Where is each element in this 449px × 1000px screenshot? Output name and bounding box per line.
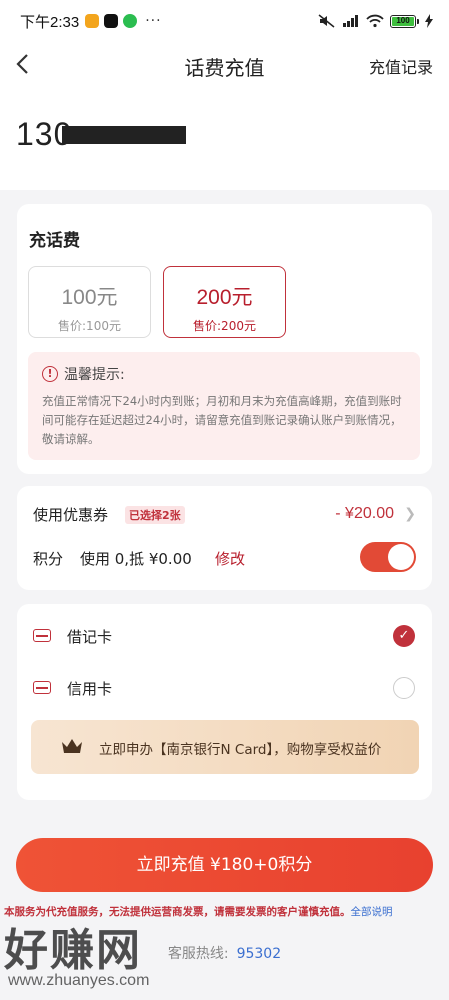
charging-icon [425,14,433,28]
disclaimer: 本服务为代充值服务，无法提供运营商发票，请需要发票的客户谨慎充值。全部说明 [4,904,445,919]
credit-card-icon [33,681,51,694]
warning-icon: ! [42,366,58,382]
mute-icon [318,14,335,28]
radio-unchecked-icon[interactable] [393,677,415,699]
wifi-icon [366,14,384,28]
payment-option-credit[interactable]: 信用卡 [31,674,421,704]
debit-card-icon [33,629,51,642]
amount-option-price: 售价:200元 [193,319,256,333]
customer-service-hotline: 客服热线: 95302 [0,943,449,963]
recharge-section-title: 充话费 [29,231,80,251]
amount-option-200[interactable]: 200元 售价:200元 [163,266,286,338]
signal-icon [343,15,358,27]
battery-icon: 100 [390,14,419,28]
phone-number-area: 130 [0,86,449,190]
amount-option-100[interactable]: 100元 售价:100元 [28,266,151,338]
amount-option-value: 200元 [196,286,253,309]
notice-body: 充值正常情况下24小时内到账；月初和月末为充值高峰期，充值到账时间可能存在延迟超… [42,394,402,446]
amount-option-price: 售价:100元 [58,319,121,333]
bank-card-promo-banner[interactable]: 立即申办【南京银行N Card】，购物享受权益价 [31,720,419,774]
crown-icon [62,739,82,753]
wechat-app-icon [123,14,138,28]
payment-option-label: 信用卡 [67,680,113,698]
coupon-value[interactable]: - ¥20.00 [335,505,394,523]
points-toggle[interactable] [360,542,416,572]
full-terms-link[interactable]: 全部说明 [351,906,393,918]
hotline-number[interactable]: 95302 [237,946,282,962]
nav-bar: 话费充值 充值记录 [0,42,449,86]
payment-option-debit[interactable]: 借记卡 ✓ [31,622,421,652]
radio-checked-icon[interactable]: ✓ [393,625,415,647]
payment-option-label: 借记卡 [67,628,113,646]
points-label: 积分 [33,550,64,568]
battery-level: 100 [392,16,414,26]
hotline-label: 客服热线: [167,946,229,962]
recharge-card: 充话费 100元 售价:100元 200元 售价:200元 ! 温馨提示: 充值… [17,204,432,474]
recharge-now-button[interactable]: 立即充值 ¥180+0积分 [16,838,433,892]
disclaimer-text: 本服务为代充值服务，无法提供运营商发票，请需要发票的客户谨慎充值。 [4,906,351,918]
watermark-url: www.zhuanyes.com [8,972,150,989]
points-detail: 使用 0,抵 ¥0.00 [80,550,192,568]
notice-box: ! 温馨提示: 充值正常情况下24小时内到账；月初和月末为充值高峰期，充值到账时… [28,352,420,460]
status-app-icons [85,14,138,28]
recharge-history-link[interactable]: 充值记录 [369,54,433,78]
notes-app-icon [85,14,100,28]
notice-title: 温馨提示: [64,367,125,383]
discounts-card: 使用优惠券 已选择2张 - ¥20.00 ❯ 积分 使用 0,抵 ¥0.00 修… [17,486,432,590]
status-bar: 下午2:33 ··· 100 [0,0,449,42]
toggle-knob [388,544,414,570]
coupon-badge: 已选择2张 [125,506,185,524]
payment-card: 借记卡 ✓ 信用卡 立即申办【南京银行N Card】，购物享受权益价 [17,604,432,800]
status-time: 下午2:33 [20,13,80,31]
phone-number-redaction [62,126,186,144]
more-notifications-icon: ··· [145,13,162,29]
chevron-right-icon[interactable]: ❯ [404,506,416,522]
points-edit-link[interactable]: 修改 [215,548,245,569]
amount-option-value: 100元 [61,286,118,309]
coupon-label: 使用优惠券 [33,506,109,524]
promo-text: 立即申办【南京银行N Card】，购物享受权益价 [99,742,382,758]
tiktok-app-icon [104,14,119,28]
